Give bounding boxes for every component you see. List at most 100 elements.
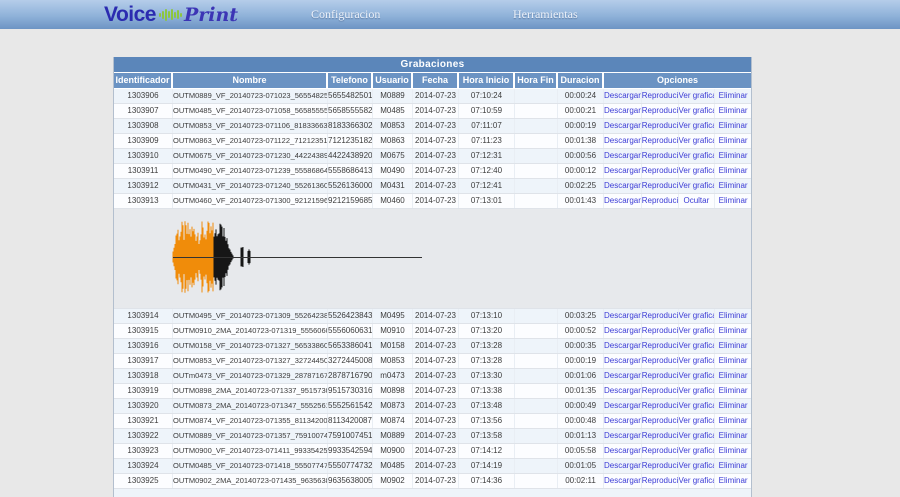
eliminar-link[interactable]: Eliminar (714, 119, 751, 133)
descargar-link[interactable]: Descargar (604, 429, 641, 443)
reproducir-link[interactable]: Reproducir (641, 149, 678, 163)
eliminar-link[interactable]: Eliminar (714, 89, 751, 103)
descargar-link[interactable]: Descargar (604, 459, 641, 473)
eliminar-link[interactable]: Eliminar (714, 429, 751, 443)
ver-grafica-link[interactable]: Ver grafica (678, 459, 715, 473)
cell-hora-fin (515, 339, 558, 353)
ver-grafica-link[interactable]: Ver grafica (678, 369, 715, 383)
descargar-link[interactable]: Descargar (604, 149, 641, 163)
ver-grafica-link[interactable]: Ver grafica (678, 339, 715, 353)
ver-grafica-link[interactable]: Ver grafica (678, 104, 715, 118)
reproducir-link[interactable]: Reproducir (641, 429, 678, 443)
reproducir-link[interactable]: Reproducir (641, 164, 678, 178)
reproducir-link[interactable]: Reproducir (641, 369, 678, 383)
eliminar-link[interactable]: Eliminar (714, 324, 751, 338)
reproducir-link[interactable]: Reproducir (641, 444, 678, 458)
cell-hora-fin (515, 179, 558, 193)
descargar-link[interactable]: Descargar (604, 339, 641, 353)
cell-hora-fin (515, 309, 558, 323)
cell-hora-inicio: 07:14:36 (459, 474, 515, 488)
eliminar-link[interactable]: Eliminar (714, 179, 751, 193)
descargar-link[interactable]: Descargar (604, 309, 641, 323)
descargar-link[interactable]: Descargar (604, 134, 641, 148)
eliminar-link[interactable]: Eliminar (714, 164, 751, 178)
reproducir-link[interactable]: Reproducir (641, 414, 678, 428)
reproducir-link[interactable]: Reproducir (641, 179, 678, 193)
cell-opciones: DescargarReproducirVer graficaEliminar (604, 459, 751, 473)
descargar-link[interactable]: Descargar (604, 179, 641, 193)
ver-grafica-link[interactable]: Ver grafica (678, 414, 715, 428)
ver-grafica-link[interactable]: Ver grafica (678, 384, 715, 398)
reproducir-link[interactable]: Reproducir (641, 134, 678, 148)
cell-fecha: 2014-07-23 (413, 459, 459, 473)
ver-grafica-link[interactable]: Ver grafica (678, 119, 715, 133)
cell-hora-fin (515, 119, 558, 133)
reproducir-link[interactable]: Reproducir (641, 474, 678, 488)
descargar-link[interactable]: Descargar (604, 89, 641, 103)
cell-opciones: DescargarReproducirVer graficaEliminar (604, 414, 751, 428)
eliminar-link[interactable]: Eliminar (714, 444, 751, 458)
cell-identificador: 1303924 (114, 459, 173, 473)
ver-grafica-link[interactable]: Ver grafica (678, 309, 715, 323)
descargar-link[interactable]: Descargar (604, 384, 641, 398)
reproducir-link[interactable]: Reproducir (641, 324, 678, 338)
reproducir-link[interactable]: Reproducir (641, 89, 678, 103)
descargar-link[interactable]: Descargar (604, 324, 641, 338)
eliminar-link[interactable]: Eliminar (714, 104, 751, 118)
descargar-link[interactable]: Descargar (604, 444, 641, 458)
ver-grafica-link[interactable]: Ver grafica (678, 399, 715, 413)
cell-hora-fin (515, 104, 558, 118)
eliminar-link[interactable]: Eliminar (714, 459, 751, 473)
ver-grafica-link[interactable]: Ver grafica (678, 474, 715, 488)
ver-grafica-link[interactable]: Ver grafica (678, 164, 715, 178)
eliminar-link[interactable]: Eliminar (714, 399, 751, 413)
reproducir-link[interactable]: Reproducir (641, 399, 678, 413)
eliminar-link[interactable]: Eliminar (714, 414, 751, 428)
descargar-link[interactable]: Descargar (604, 104, 641, 118)
cell-fecha: 2014-07-23 (413, 179, 459, 193)
ver-grafica-link[interactable]: Ver grafica (678, 134, 715, 148)
descargar-link[interactable]: Descargar (604, 119, 641, 133)
cell-nombre: OUTM0490_VF_20140723-071239_5558686413 (173, 164, 328, 178)
eliminar-link[interactable]: Eliminar (714, 149, 751, 163)
ver-grafica-link[interactable]: Ver grafica (678, 324, 715, 338)
ver-grafica-link[interactable]: Ver grafica (678, 354, 715, 368)
cell-nombre: OUTM0900_VF_20140723-071411_9933542594 (173, 444, 328, 458)
eliminar-link[interactable]: Eliminar (714, 384, 751, 398)
ver-grafica-link[interactable]: Ver grafica (678, 149, 715, 163)
ver-grafica-link[interactable]: Ver grafica (678, 89, 715, 103)
nav-item-configuracion[interactable]: Configuracion (311, 7, 380, 22)
reproducir-link[interactable]: Reproducir (641, 104, 678, 118)
app-logo[interactable]: Voice Print (104, 1, 238, 28)
reproducir-link[interactable]: Reproducir (641, 309, 678, 323)
eliminar-link[interactable]: Eliminar (714, 474, 751, 488)
descargar-link[interactable]: Descargar (604, 354, 641, 368)
ver-grafica-link[interactable]: Ver grafica (678, 444, 715, 458)
descargar-link[interactable]: Descargar (604, 414, 641, 428)
reproducir-link[interactable]: Reproducir (641, 119, 678, 133)
cell-telefono: 8113420087 (328, 414, 373, 428)
cell-fecha: 2014-07-23 (413, 119, 459, 133)
eliminar-link[interactable]: Eliminar (714, 354, 751, 368)
descargar-link[interactable]: Descargar (604, 164, 641, 178)
reproducir-link[interactable]: Reproducir (641, 354, 678, 368)
ver-grafica-link[interactable]: Ver grafica (678, 429, 715, 443)
cell-fecha: 2014-07-23 (413, 194, 459, 208)
descargar-link[interactable]: Descargar (604, 369, 641, 383)
reproducir-link[interactable]: Reproducir (641, 459, 678, 473)
reproducir-link[interactable]: Reproducir (641, 194, 678, 208)
eliminar-link[interactable]: Eliminar (714, 134, 751, 148)
eliminar-link[interactable]: Eliminar (714, 369, 751, 383)
reproducir-link[interactable]: Reproducir (641, 339, 678, 353)
ver-grafica-link[interactable]: Ver grafica (678, 179, 715, 193)
cell-duracion: 00:05:58 (558, 444, 604, 458)
descargar-link[interactable]: Descargar (604, 474, 641, 488)
nav-item-herramientas[interactable]: Herramientas (513, 7, 578, 22)
ocultar-link[interactable]: Ocultar (678, 194, 715, 208)
descargar-link[interactable]: Descargar (604, 399, 641, 413)
eliminar-link[interactable]: Eliminar (714, 339, 751, 353)
eliminar-link[interactable]: Eliminar (714, 309, 751, 323)
eliminar-link[interactable]: Eliminar (714, 194, 751, 208)
descargar-link[interactable]: Descargar (604, 194, 641, 208)
reproducir-link[interactable]: Reproducir (641, 384, 678, 398)
